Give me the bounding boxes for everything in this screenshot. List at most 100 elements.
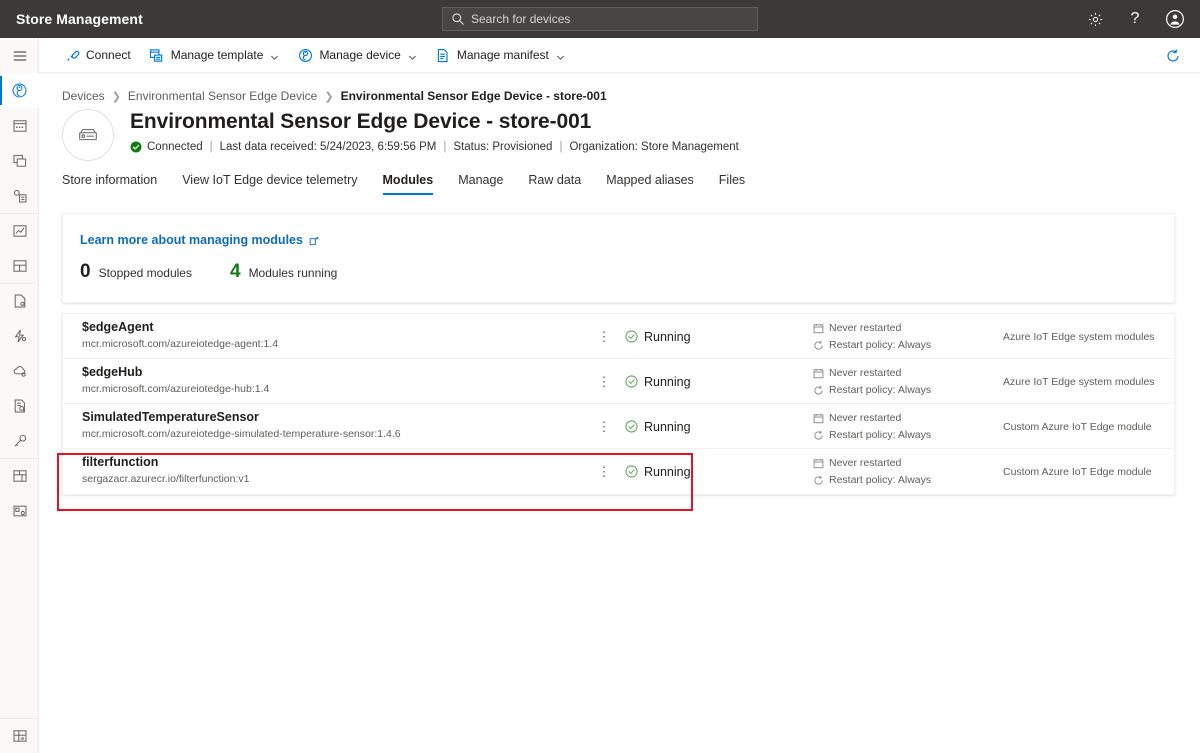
gear-icon[interactable] — [1076, 0, 1114, 38]
module-status: Running — [625, 404, 691, 449]
search-input[interactable]: Search for devices — [442, 7, 758, 31]
module-type: Custom Azure IoT Edge module — [1003, 420, 1152, 433]
more-vertical-icon[interactable]: ⋮ — [593, 449, 615, 494]
module-restart-info: Never restarted Restart policy: Always — [813, 314, 931, 359]
module-restarted-label: Never restarted — [829, 367, 902, 379]
tab-raw-data[interactable]: Raw data — [528, 173, 581, 195]
manage-manifest-button[interactable]: Manage manifest — [426, 38, 574, 73]
tab-modules[interactable]: Modules — [382, 173, 433, 195]
table-row[interactable]: $edgeHub mcr.microsoft.com/azureiotedge-… — [63, 359, 1174, 404]
module-restart-policy-label: Restart policy: Always — [829, 339, 932, 351]
refresh-circle-icon — [813, 430, 824, 441]
page-title: Environmental Sensor Edge Device - store… — [130, 110, 592, 133]
more-vertical-icon[interactable]: ⋮ — [593, 359, 615, 404]
module-image: mcr.microsoft.com/azureiotedge-agent:1.4 — [82, 338, 279, 350]
table-row[interactable]: SimulatedTemperatureSensor mcr.microsoft… — [63, 404, 1174, 449]
breadcrumb: Devices ❯ Environmental Sensor Edge Devi… — [62, 89, 607, 103]
module-restart-policy-label: Restart policy: Always — [829, 474, 932, 486]
tab-mapped-aliases[interactable]: Mapped aliases — [606, 173, 694, 195]
running-count-value: 4 — [229, 261, 241, 282]
sidebar-item-dashboards[interactable] — [0, 248, 39, 283]
check-circle-outline-icon — [625, 420, 638, 433]
sidebar-item-device-groups[interactable] — [0, 143, 39, 178]
module-status-label: Running — [644, 374, 691, 389]
calendar-icon — [813, 413, 824, 424]
sidebar-item-customize-app[interactable] — [0, 493, 39, 528]
search-placeholder: Search for devices — [471, 12, 571, 26]
rail-bottom-group — [0, 718, 39, 753]
module-restart-info: Never restarted Restart policy: Always — [813, 449, 931, 494]
more-vertical-icon[interactable]: ⋮ — [593, 404, 615, 449]
module-name: $edgeAgent — [82, 320, 154, 334]
command-bar: Connect Manage template Manage device Ma… — [39, 38, 1200, 73]
module-status: Running — [625, 359, 691, 404]
chevron-down-icon — [270, 51, 279, 60]
chevron-down-icon — [556, 51, 565, 60]
sidebar-item-app-templates[interactable] — [0, 458, 39, 493]
module-restarted-label: Never restarted — [829, 457, 902, 469]
user-account-icon[interactable] — [1156, 0, 1194, 38]
refresh-circle-icon — [813, 385, 824, 396]
breadcrumb-item-devices[interactable]: Devices — [62, 89, 105, 103]
module-name: SimulatedTemperatureSensor — [82, 410, 259, 424]
calendar-icon — [813, 368, 824, 379]
more-vertical-icon[interactable]: ⋮ — [593, 314, 615, 359]
app-title: Store Management — [16, 11, 143, 27]
modules-summary-card: Learn more about managing modules 0 Stop… — [62, 213, 1175, 303]
module-status: Running — [625, 314, 691, 359]
breadcrumb-separator-icon: ❯ — [111, 90, 121, 103]
modules-list: $edgeAgent mcr.microsoft.com/azureiotedg… — [62, 313, 1175, 495]
tab-manage[interactable]: Manage — [458, 173, 503, 195]
sidebar-item-analytics[interactable] — [0, 213, 39, 248]
module-restarted-label: Never restarted — [829, 412, 902, 424]
tab-store-information[interactable]: Store information — [62, 173, 157, 195]
sidebar-item-extensions[interactable] — [0, 718, 39, 753]
running-count-label: Modules running — [248, 266, 338, 280]
sidebar-item-devices[interactable] — [0, 108, 39, 143]
table-row[interactable]: filterfunction sergazacr.azurecr.io/filt… — [63, 449, 1174, 494]
manage-template-button[interactable]: Manage template — [140, 38, 289, 73]
manage-device-icon — [297, 47, 313, 63]
breadcrumb-item-device-template[interactable]: Environmental Sensor Edge Device — [128, 89, 317, 103]
meta-separator: | — [559, 141, 563, 153]
module-restart-policy-line: Restart policy: Always — [813, 474, 931, 486]
module-name: $edgeHub — [82, 365, 143, 379]
manage-device-button[interactable]: Manage device — [288, 38, 425, 73]
module-restarted-line: Never restarted — [813, 457, 931, 469]
module-identity: filterfunction sergazacr.azurecr.io/filt… — [82, 455, 250, 486]
module-restarted-line: Never restarted — [813, 322, 931, 334]
tab-view-iot-edge-device-telemetry[interactable]: View IoT Edge device telemetry — [182, 173, 357, 195]
meta-separator: | — [443, 141, 447, 153]
device-meta: Connected | Last data received: 5/24/202… — [130, 141, 739, 153]
table-row[interactable]: $edgeAgent mcr.microsoft.com/azureiotedg… — [63, 314, 1174, 359]
connect-button[interactable]: Connect — [55, 38, 140, 73]
stopped-count-value: 0 — [80, 261, 91, 282]
module-status-label: Running — [644, 419, 691, 434]
module-restarted-line: Never restarted — [813, 367, 931, 379]
check-circle-outline-icon — [625, 465, 638, 478]
hamburger-menu-icon[interactable] — [0, 38, 39, 73]
module-type: Azure IoT Edge system modules — [1003, 375, 1155, 388]
stopped-count-label: Stopped modules — [98, 266, 192, 280]
breadcrumb-item-current: Environmental Sensor Edge Device - store… — [340, 89, 607, 103]
tab-files[interactable]: Files — [719, 173, 745, 195]
sidebar-item-dashboard[interactable] — [0, 73, 39, 108]
question-mark-icon[interactable]: ? — [1116, 0, 1154, 38]
sidebar-item-permissions[interactable] — [0, 423, 39, 458]
sidebar-item-jobs[interactable] — [0, 283, 39, 318]
sidebar-item-rules[interactable] — [0, 318, 39, 353]
sidebar-item-audit-logs[interactable] — [0, 388, 39, 423]
left-navigation-rail — [0, 38, 39, 753]
device-info: Environmental Sensor Edge Device - store… — [130, 109, 739, 161]
module-restart-policy-label: Restart policy: Always — [829, 429, 932, 441]
module-image: mcr.microsoft.com/azureiotedge-hub:1.4 — [82, 383, 270, 395]
sidebar-item-data-export[interactable] — [0, 353, 39, 388]
learn-more-link[interactable]: Learn more about managing modules — [80, 233, 319, 247]
module-status: Running — [625, 449, 691, 494]
manage-manifest-label: Manage manifest — [456, 48, 549, 62]
refresh-icon[interactable] — [1156, 38, 1190, 73]
check-circle-filled-icon — [130, 141, 142, 153]
module-restart-policy-label: Restart policy: Always — [829, 384, 932, 396]
sidebar-item-device-templates[interactable] — [0, 178, 39, 213]
module-restart-policy-line: Restart policy: Always — [813, 339, 931, 351]
